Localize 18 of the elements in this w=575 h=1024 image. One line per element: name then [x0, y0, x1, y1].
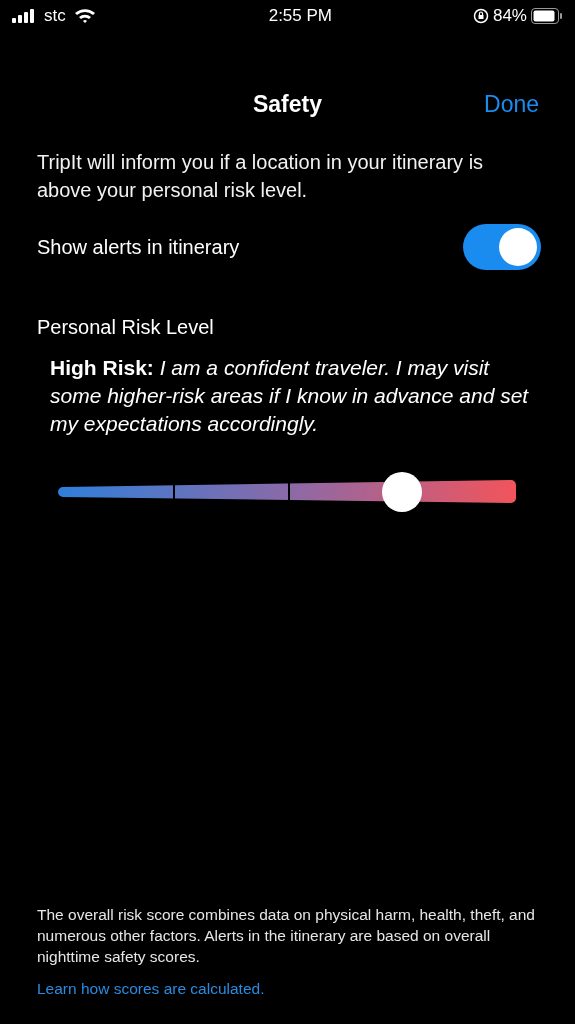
clock-time: 2:55 PM: [268, 5, 332, 28]
signal-icon: [12, 9, 36, 23]
wifi-icon: [73, 8, 96, 24]
carrier-name: stc: [44, 5, 66, 28]
learn-more-link[interactable]: Learn how scores are calculated.: [0, 976, 575, 1000]
footer-note: The overall risk score combines data on physical harm, health, theft, and numerous other factors. Alerts in the itinerary are based on overall nighttime safety scores.: [36, 904, 536, 967]
intro-text: TripIt will inform you if a location in your itinerary is above your personal risk level.: [36, 150, 485, 203]
alerts-toggle[interactable]: [463, 224, 541, 270]
rotation-lock-icon: [472, 8, 489, 24]
risk-slider[interactable]: [58, 472, 517, 512]
done-button[interactable]: Done: [484, 86, 539, 122]
screen-title: Safety: [252, 89, 322, 119]
section-heading: Personal Risk Level: [36, 315, 215, 340]
risk-description: High Risk: I am a confident traveler. I may visit some higher-risk areas if I know in advance and set my expectations accordingly.: [49, 355, 530, 437]
battery-percent: 84%: [492, 5, 527, 28]
battery-icon: [531, 8, 563, 24]
toggle-label: Show alerts in itinerary: [37, 235, 240, 260]
slider-thumb[interactable]: [382, 472, 423, 512]
